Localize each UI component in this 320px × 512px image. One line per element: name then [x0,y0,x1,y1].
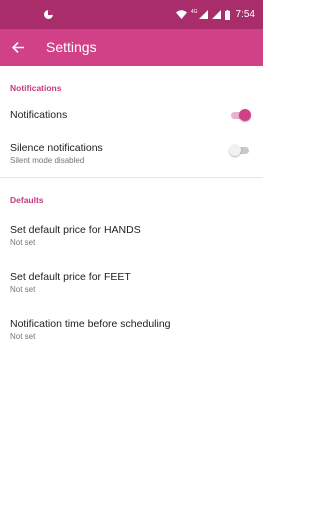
section-header-defaults: Defaults [10,195,44,205]
pref-title: Set default price for HANDS [10,224,141,236]
status-icons: 4G 7:54 [175,8,255,21]
pref-silence-notifications[interactable]: Silence notifications Silent mode disabl… [0,130,263,177]
pref-summary: Silent mode disabled [10,156,85,165]
back-button[interactable] [9,38,27,56]
pref-default-price-feet[interactable]: Set default price for FEET Not set [0,258,263,305]
toggle-thumb [229,144,241,156]
silence-notifications-toggle[interactable] [229,143,251,157]
app-bar: Settings [0,29,263,66]
pref-summary: Not set [10,285,36,294]
status-bar: 4G 7:54 [0,0,263,29]
cell-signal-icon [211,10,221,19]
page-title: Settings [46,39,97,55]
network-type-label: 4G [190,9,198,15]
pref-default-price-hands[interactable]: Set default price for HANDS Not set [0,211,263,258]
status-clock: 7:54 [235,9,255,20]
pref-notification-time[interactable]: Notification time before scheduling Not … [0,305,263,352]
pref-title: Notifications [10,109,68,121]
app-notification-icon [44,10,53,19]
battery-icon [224,9,230,20]
pref-title: Notification time before scheduling [10,318,171,330]
toggle-thumb [239,109,251,121]
cell-signal-icon [198,10,208,19]
settings-list: Notifications Notifications Silence noti… [0,66,263,352]
wifi-icon [175,10,187,19]
pref-title: Silence notifications [10,142,103,154]
arrow-left-icon [12,41,24,53]
section-header-notifications: Notifications [10,83,62,93]
pref-summary: Not set [10,238,36,247]
pref-notifications[interactable]: Notifications [0,99,263,130]
pref-summary: Not set [10,332,36,341]
notifications-toggle[interactable] [229,108,251,122]
pref-title: Set default price for FEET [10,271,131,283]
